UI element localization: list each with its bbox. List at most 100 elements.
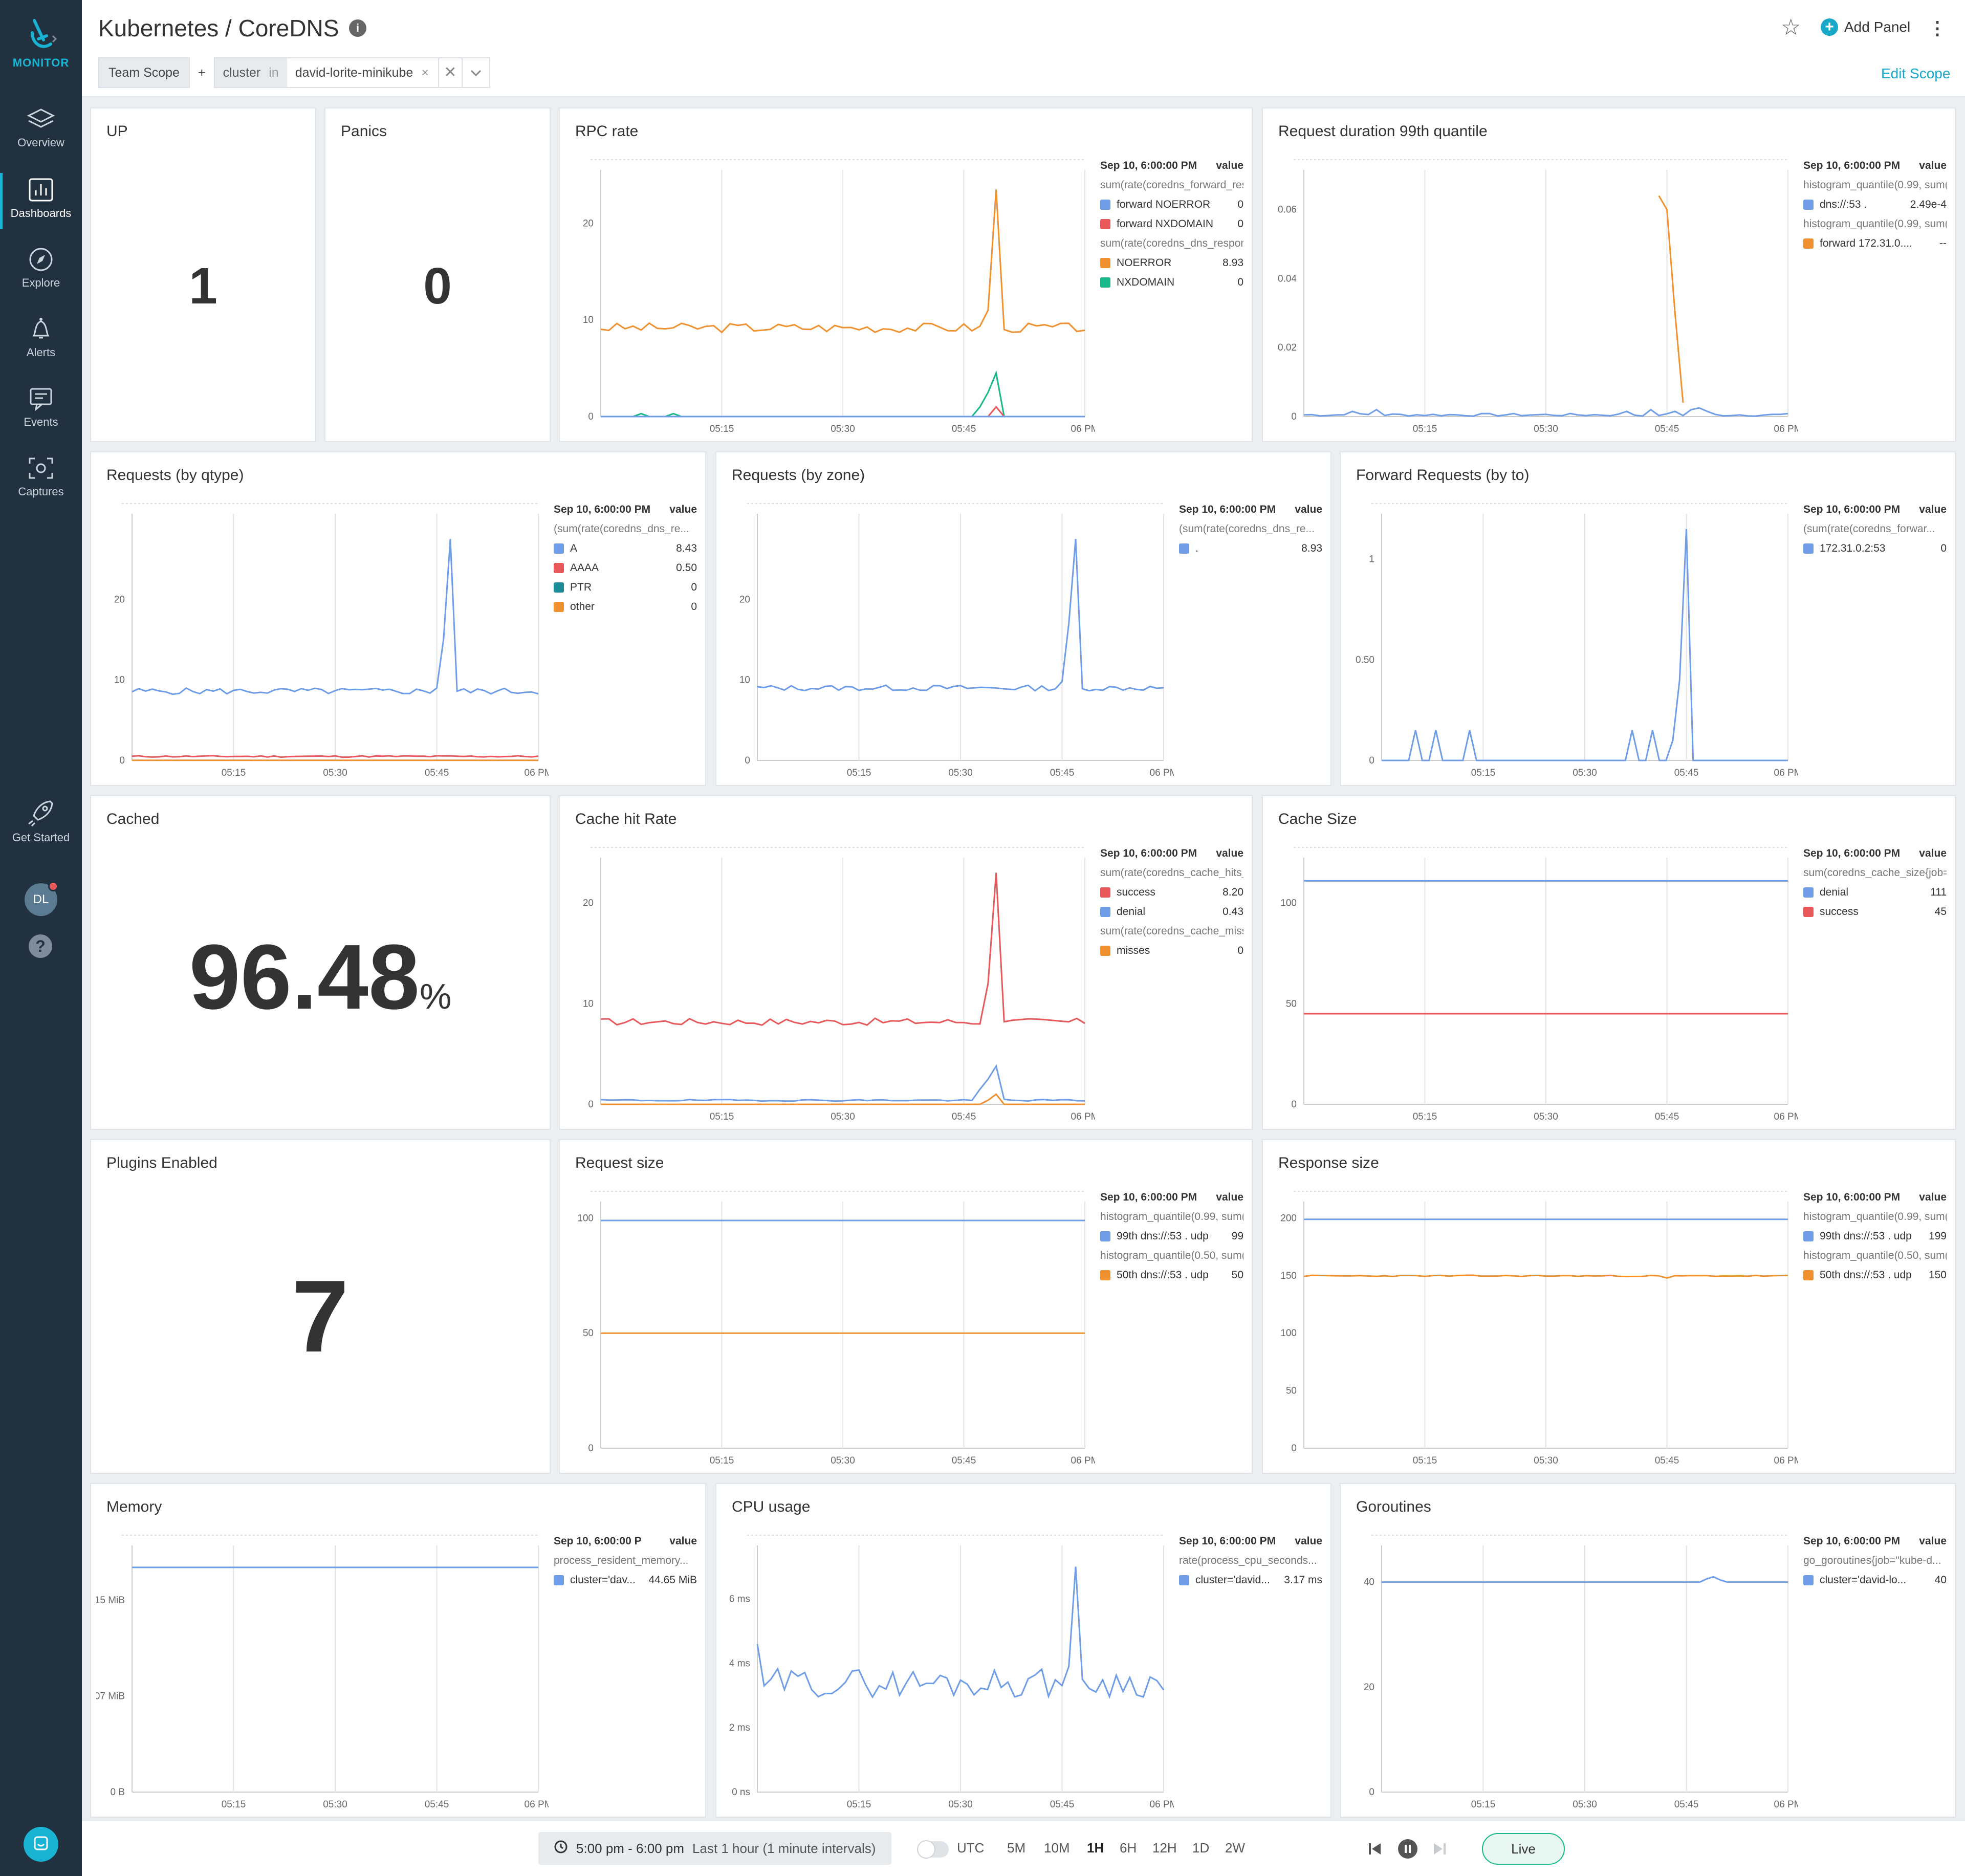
chart-legend: Sep 10, 6:00:00 PM value sum(coredns_cache… — [1803, 847, 1947, 925]
live-button[interactable]: Live — [1482, 1833, 1565, 1865]
favorite-star-icon[interactable]: ☆ — [1781, 14, 1801, 40]
panel-memory: Memory 0 B 19.07 MiB 38.15 MiB 05:15 05:30 05… — [90, 1483, 706, 1818]
legend-series-name: misses — [1117, 945, 1150, 956]
legend-item[interactable]: dns://:53 . 2.49e-4 — [1803, 199, 1947, 211]
chart-svg[interactable]: 0 10 20 05:15 05:30 05:45 06 PM — [565, 842, 1095, 1126]
bar-chart-icon — [29, 178, 53, 202]
legend-series-name: forward NOERROR — [1117, 199, 1211, 210]
live-label: Live — [1511, 1841, 1536, 1857]
team-scope-chip[interactable]: Team Scope — [98, 57, 190, 88]
y-tick-label: 0 B — [110, 1787, 125, 1798]
legend-item[interactable]: cluster='dav... 44.65 MiB — [554, 1574, 697, 1586]
legend-item[interactable]: success 8.20 — [1100, 886, 1243, 899]
nav-dashboards[interactable]: Dashboards — [0, 177, 82, 220]
legend-series-value: 8.93 — [1222, 257, 1243, 269]
legend-item[interactable]: 172.31.0.2:53 0 — [1803, 542, 1947, 555]
legend-series-name: . — [1195, 542, 1198, 554]
utc-toggle[interactable] — [917, 1840, 949, 1859]
info-icon[interactable]: i — [349, 19, 366, 37]
legend-item[interactable]: AAAA 0.50 — [554, 562, 697, 574]
chart-legend: Sep 10, 6:00:00 PM value (sum(rate(coredns… — [1179, 504, 1322, 562]
time-button-1d[interactable]: 1D — [1192, 1840, 1209, 1856]
chart-svg[interactable]: 0 50 100 150 200 05:15 05:30 05:45 06 PM — [1268, 1186, 1798, 1470]
legend-query: histogram_quantile(0.50, sum(r... — [1100, 1250, 1243, 1261]
legend-item[interactable]: other 0 — [554, 601, 697, 613]
legend-series-name: success — [1820, 906, 1859, 918]
scope-dropdown-icon[interactable] — [461, 58, 489, 87]
legend-item[interactable]: misses 0 — [1100, 945, 1243, 957]
scope-plus[interactable]: + — [190, 66, 214, 80]
legend-series-value: 50 — [1231, 1269, 1243, 1281]
chart-svg[interactable]: 0 ns 2 ms 4 ms 6 ms 05:15 05:30 05:45 06 PM — [722, 1530, 1174, 1814]
series-line[interactable] — [1658, 195, 1684, 403]
legend-item[interactable]: . 8.93 — [1179, 542, 1322, 555]
legend-item[interactable]: forward NOERROR 0 — [1100, 199, 1243, 211]
legend-item[interactable]: forward NXDOMAIN 0 — [1100, 218, 1243, 230]
legend-item[interactable]: 50th dns://:53 . udp 150 — [1803, 1269, 1947, 1281]
nav-events[interactable]: Events — [0, 386, 82, 429]
nav-alerts[interactable]: Alerts — [0, 316, 82, 359]
chart-svg[interactable]: 0 B 19.07 MiB 38.15 MiB 05:15 05:30 05:45 06 P… — [96, 1530, 549, 1814]
more-menu-icon[interactable]: ⋮ — [1928, 17, 1947, 39]
nav-get-started[interactable]: Get Started — [0, 798, 82, 844]
chart-svg[interactable]: 0 10 20 05:15 05:30 05:45 06 PM — [722, 498, 1174, 782]
edit-scope-link[interactable]: Edit Scope — [1881, 66, 1950, 82]
scope-clear-icon[interactable]: ✕ — [438, 58, 462, 87]
chart-svg[interactable]: 0 0.50 1 05:15 05:30 05:45 06 PM — [1346, 498, 1798, 782]
time-button-12h[interactable]: 12H — [1152, 1840, 1177, 1856]
legend-series-value: 8.43 — [676, 542, 697, 554]
scope-filter[interactable]: cluster in david-lorite-minikube × ✕ — [213, 57, 490, 88]
y-tick-label: 10 — [114, 675, 125, 686]
time-button-10m[interactable]: 10M — [1044, 1840, 1070, 1856]
pause-icon[interactable] — [1398, 1839, 1417, 1859]
chart-svg[interactable]: 0 10 20 05:15 05:30 05:45 06 PM — [96, 498, 549, 782]
time-button-6h[interactable]: 6H — [1120, 1840, 1137, 1856]
y-tick-label: 38.15 MiB — [96, 1595, 125, 1606]
help-icon[interactable]: ? — [29, 934, 52, 958]
time-range-picker[interactable]: 5:00 pm - 6:00 pm Last 1 hour (1 minute … — [538, 1832, 891, 1865]
time-button-1h[interactable]: 1H — [1087, 1840, 1104, 1856]
nav-overview[interactable]: Overview — [0, 106, 82, 149]
legend-time: Sep 10, 6:00:00 PM — [1100, 160, 1197, 171]
scope-value-remove[interactable]: × — [419, 66, 438, 80]
legend-item[interactable]: cluster='david... 3.17 ms — [1179, 1574, 1322, 1586]
skip-forward-icon[interactable] — [1432, 1841, 1447, 1859]
y-tick-label: 0 — [1291, 1443, 1297, 1454]
brand-logo[interactable]: MONITOR — [0, 15, 82, 70]
legend-item[interactable]: 50th dns://:53 . udp 50 — [1100, 1269, 1243, 1281]
legend-value-header: value — [669, 504, 697, 515]
legend-item[interactable]: 99th dns://:53 . udp 199 — [1803, 1230, 1947, 1242]
chat-icon[interactable] — [24, 1827, 58, 1862]
up-value: 1 — [189, 257, 217, 315]
legend-item[interactable]: denial 0.43 — [1100, 906, 1243, 918]
legend-query: histogram_quantile(0.99, sum(r... — [1803, 1211, 1947, 1223]
time-button-2w[interactable]: 2W — [1225, 1840, 1245, 1856]
legend-swatch — [554, 602, 564, 612]
legend-series-value: 8.93 — [1301, 542, 1322, 554]
nav-captures[interactable]: Captures — [0, 455, 82, 498]
legend-item[interactable]: 99th dns://:53 . udp 99 — [1100, 1230, 1243, 1242]
compass-icon — [29, 248, 53, 271]
time-button-5m[interactable]: 5M — [1007, 1840, 1025, 1856]
chart-svg[interactable]: 0 50 100 05:15 05:30 05:45 06 PM — [1268, 842, 1798, 1126]
y-tick-label: 50 — [1286, 1386, 1297, 1397]
skip-back-icon[interactable] — [1367, 1841, 1383, 1859]
panel-cached: Cached 96.48% — [90, 795, 551, 1130]
chart-svg[interactable]: 0 50 100 05:15 05:30 05:45 06 PM — [565, 1186, 1095, 1470]
chart-svg[interactable]: 0 10 20 05:15 05:30 05:45 06 PM — [565, 155, 1095, 438]
legend-item[interactable]: cluster='david-lo... 40 — [1803, 1574, 1947, 1586]
x-tick-label: 05:30 — [1534, 1111, 1558, 1122]
legend-item[interactable]: A 8.43 — [554, 542, 697, 555]
legend-item[interactable]: denial 111 — [1803, 886, 1947, 899]
legend-item[interactable]: PTR 0 — [554, 581, 697, 594]
add-panel-button[interactable]: + Add Panel — [1821, 18, 1910, 36]
chart-svg[interactable]: 0 20 40 05:15 05:30 05:45 06 PM — [1346, 1530, 1798, 1814]
chart-svg[interactable]: 0 0.02 0.04 0.06 05:15 05:30 05:45 06 PM — [1268, 155, 1798, 438]
legend-query: histogram_quantile(0.50, sum(r... — [1803, 1250, 1947, 1261]
legend-item[interactable]: forward 172.31.0.... -- — [1803, 237, 1947, 250]
legend-item[interactable]: NOERROR 8.93 — [1100, 257, 1243, 269]
legend-item[interactable]: NXDOMAIN 0 — [1100, 276, 1243, 289]
legend-item[interactable]: success 45 — [1803, 906, 1947, 918]
nav-explore[interactable]: Explore — [0, 247, 82, 290]
legend-time: Sep 10, 6:00:00 PM — [1803, 1535, 1901, 1547]
